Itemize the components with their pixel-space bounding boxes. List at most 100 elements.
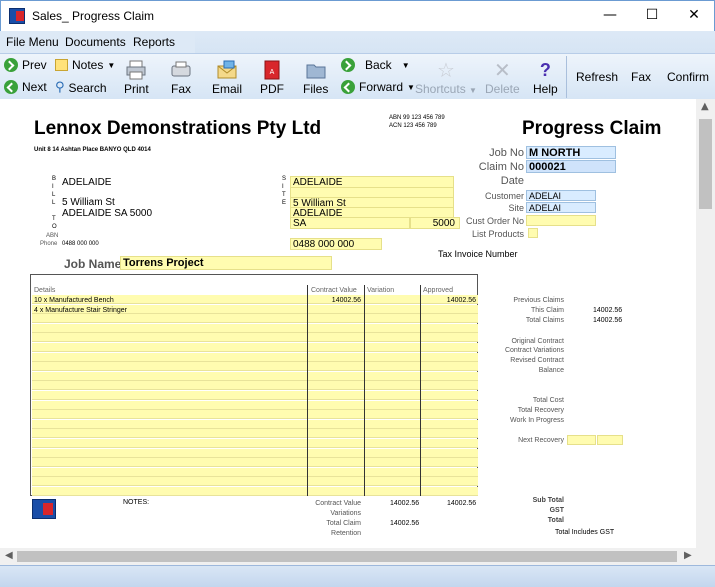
previous-claims-label: Previous Claims <box>513 297 564 304</box>
total-claim-label: Total Claim <box>326 520 361 527</box>
next-recovery-field-2[interactable] <box>597 435 623 445</box>
fax-icon <box>171 61 191 77</box>
help-button[interactable]: ? Help <box>533 60 558 96</box>
cust-order-field[interactable] <box>526 215 596 226</box>
site-state-field[interactable]: SA <box>290 217 410 229</box>
table-row[interactable] <box>32 487 478 496</box>
contract-value-label: Contract Value <box>315 500 361 507</box>
vertical-scroll-thumb[interactable] <box>699 119 712 209</box>
abn-label: ABN <box>46 233 59 239</box>
row2-details[interactable]: 4 x Manufacture Stair Stringer <box>34 307 127 314</box>
horizontal-scroll-thumb[interactable] <box>17 551 677 562</box>
phone-label: Phone <box>40 241 58 247</box>
revised-contract-label: Revised Contract <box>510 357 564 364</box>
horizontal-scrollbar[interactable]: ◀ ▶ <box>0 548 715 565</box>
site-phone-field[interactable]: 0488 000 000 <box>290 238 382 250</box>
app-icon <box>9 8 25 24</box>
minimize-button[interactable]: — <box>595 5 625 27</box>
menu-documents[interactable]: Documents <box>65 35 126 49</box>
table-row[interactable] <box>32 371 478 381</box>
progress-claim-document: Lennox Demonstrations Pty Ltd ABN 99 123… <box>26 99 693 548</box>
notes-button[interactable]: Notes ▼ <box>55 58 115 72</box>
vertical-scrollbar[interactable]: ▲ <box>696 99 715 548</box>
col-approved-header: Approved <box>423 287 453 294</box>
document-viewport: Lennox Demonstrations Pty Ltd ABN 99 123… <box>0 99 715 548</box>
close-button[interactable]: ✕ <box>679 5 709 27</box>
table-row[interactable] <box>32 333 478 343</box>
total-claim-value: 14002.56 <box>390 520 420 527</box>
next-recovery-field-1[interactable] <box>567 435 596 445</box>
claim-no-field[interactable]: 000021 <box>526 160 616 173</box>
abn-value: ABN 99 123 456 789 <box>389 115 445 121</box>
table-row[interactable] <box>32 352 478 362</box>
table-row[interactable] <box>32 343 478 352</box>
contract-variations-label: Contract Variations <box>504 347 564 354</box>
company-address: Unit 8 14 Ashtan Place BANYO QLD 4014 <box>34 147 151 153</box>
pdf-icon: A <box>264 60 280 80</box>
prev-button[interactable]: Prev <box>4 58 47 72</box>
table-row[interactable] <box>32 391 478 400</box>
site-label: SITE <box>282 176 287 206</box>
site-field[interactable]: ADELAI <box>526 202 596 213</box>
col-variation-header: Variation <box>367 287 395 294</box>
refresh-button[interactable]: Refresh <box>576 70 618 84</box>
menu-reports[interactable]: Reports <box>133 35 175 49</box>
email-button[interactable]: Email <box>212 60 242 96</box>
menu-file[interactable]: File Menu <box>6 35 59 49</box>
search-button[interactable]: ⚲ Search <box>55 80 107 95</box>
table-row[interactable] <box>32 381 478 391</box>
table-row[interactable] <box>32 458 478 468</box>
star-icon: ☆ <box>437 58 455 82</box>
row1-details[interactable]: 10 x Manufactured Bench <box>34 297 114 304</box>
this-claim-label: This Claim <box>530 307 564 314</box>
title-bar: Sales_ Progress Claim — ☐ ✕ <box>0 0 715 31</box>
table-row[interactable] <box>32 448 478 458</box>
chevron-down-icon: ▼ <box>469 86 477 95</box>
print-button[interactable]: Print <box>124 60 149 96</box>
chevron-down-icon: ▼ <box>107 60 116 70</box>
variations-label: Variations <box>330 510 361 517</box>
table-row[interactable] <box>32 439 478 448</box>
customer-field[interactable]: ADELAI <box>526 190 596 201</box>
table-row[interactable] <box>32 410 478 420</box>
ribbon: File Menu Documents Reports Prev Next No… <box>0 31 715 99</box>
status-bar <box>0 565 715 587</box>
table-row[interactable] <box>32 400 478 410</box>
table-row[interactable] <box>32 419 478 429</box>
help-icon: ? <box>539 60 551 80</box>
scroll-right-icon[interactable]: ▶ <box>684 550 692 561</box>
list-products-checkbox[interactable] <box>528 228 538 238</box>
back-button[interactable]: Back ▼ <box>341 58 410 72</box>
arrow-left-icon <box>4 58 18 72</box>
row1-contract[interactable]: 14002.56 <box>309 297 361 304</box>
forward-button[interactable]: Forward ▼ <box>341 80 415 94</box>
table-row[interactable] <box>32 362 478 372</box>
next-button[interactable]: Next <box>4 80 47 94</box>
tax-invoice-label: Tax Invoice Number <box>438 249 518 259</box>
pdf-button[interactable]: A PDF <box>260 60 284 96</box>
job-no-field[interactable]: M NORTH <box>526 146 616 159</box>
job-no-label: Job No <box>489 147 524 159</box>
total-label: Total <box>547 517 564 524</box>
maximize-button[interactable]: ☐ <box>637 5 667 27</box>
retention-label: Retention <box>331 530 361 537</box>
delete-button[interactable]: ✕ Delete <box>485 60 520 96</box>
files-button[interactable]: Files <box>303 60 328 96</box>
table-row[interactable] <box>32 477 478 487</box>
shortcuts-button[interactable]: ☆ Shortcuts ▼ <box>415 60 477 96</box>
scroll-left-icon[interactable]: ◀ <box>5 550 13 561</box>
scroll-up-icon[interactable]: ▲ <box>701 101 709 112</box>
col-contract-header: Contract Value <box>311 287 357 294</box>
table-row[interactable] <box>32 467 478 477</box>
chevron-down-icon: ▼ <box>401 60 410 70</box>
table-row[interactable] <box>32 429 478 439</box>
table-row[interactable] <box>32 323 478 333</box>
fax-right-button[interactable]: Fax <box>631 70 651 84</box>
fax-button[interactable]: Fax <box>170 60 192 96</box>
table-row[interactable] <box>32 314 478 324</box>
job-name-field[interactable]: Torrens Project <box>120 256 332 270</box>
confirm-button[interactable]: Confirm <box>667 70 709 84</box>
date-label: Date <box>500 175 524 187</box>
contract-value-value: 14002.56 <box>390 500 420 507</box>
claim-items-table: Details Contract Value Variation Approve… <box>30 274 478 496</box>
